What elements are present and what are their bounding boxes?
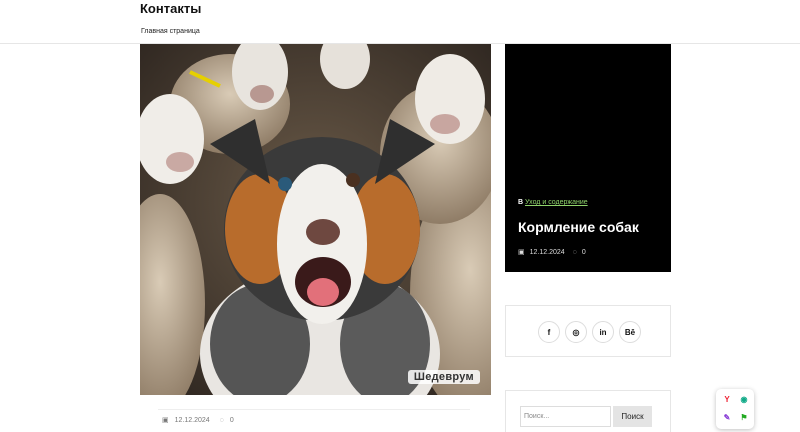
category-prefix: В	[518, 199, 524, 206]
featured-comments[interactable]: 0	[582, 249, 586, 256]
featured-category: В Уход и содержание	[518, 199, 588, 206]
hero-image[interactable]: Шедеврум	[140, 44, 491, 395]
calendar-icon: ▣	[518, 249, 525, 256]
header: Контакты Главная страница	[0, 0, 800, 44]
calendar-icon: ▣	[162, 417, 169, 424]
featured-meta: ▣ 12.12.2024 ◌ 0	[518, 248, 586, 257]
comment-icon: ◌	[572, 248, 577, 256]
page-title: Контакты	[140, 1, 202, 16]
featured-date: 12.12.2024	[529, 248, 565, 256]
dog-among-sheep-illustration	[140, 44, 491, 395]
post-date: 12.12.2024	[174, 416, 210, 424]
search-widget: Поиск	[505, 390, 671, 432]
instagram-icon[interactable]: ◎	[565, 321, 587, 343]
featured-title[interactable]: Кормление собак	[518, 219, 639, 235]
search-button[interactable]: Поиск	[613, 406, 652, 427]
search-input[interactable]	[520, 406, 611, 427]
page: Контакты Главная страница Шедеврум ▣ 12.…	[0, 0, 800, 432]
flag-icon[interactable]: ⚑	[739, 412, 749, 422]
behance-icon[interactable]: Bē	[619, 321, 641, 343]
meta-divider	[158, 409, 470, 410]
post-meta: ▣ 12.12.2024 ◌ 0	[162, 416, 234, 425]
social-links: f ◎ in Bē	[538, 321, 641, 343]
floating-widget[interactable]: Y ◉ ✎ ⚑	[716, 389, 754, 429]
facebook-icon[interactable]: f	[538, 321, 560, 343]
category-link[interactable]: Уход и содержание	[525, 199, 588, 206]
hero-watermark: Шедеврум	[407, 370, 480, 384]
share-icon[interactable]: ◉	[739, 394, 749, 404]
featured-post-card[interactable]: В Уход и содержание Кормление собак ▣ 12…	[505, 44, 671, 272]
linkedin-icon[interactable]: in	[592, 321, 614, 343]
comment-icon: ◌	[219, 416, 224, 424]
post-comments[interactable]: 0	[230, 417, 234, 424]
social-widget: f ◎ in Bē	[505, 305, 671, 357]
pen-icon[interactable]: ✎	[722, 412, 732, 422]
breadcrumb[interactable]: Главная страница	[141, 28, 200, 35]
yandex-icon[interactable]: Y	[722, 394, 732, 404]
